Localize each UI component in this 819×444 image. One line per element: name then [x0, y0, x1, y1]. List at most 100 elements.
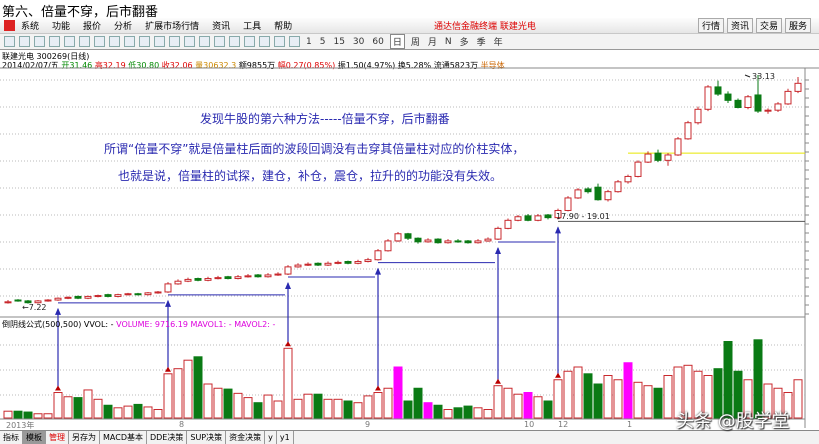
volume-bar [323, 398, 333, 419]
candle-body [654, 152, 662, 161]
high-pointer [744, 74, 751, 78]
candle-body [14, 299, 22, 302]
arrow-head-icon [165, 299, 171, 307]
candle-body [354, 261, 362, 264]
candle-body [774, 103, 782, 111]
tab-manage[interactable]: 管理 [46, 431, 69, 444]
range-label: 17.90 - 19.01 [556, 212, 610, 221]
candle-body [614, 181, 622, 193]
volume-bar [353, 402, 363, 419]
volume-bar [133, 403, 143, 419]
candle-body [4, 301, 12, 304]
volume-bar [313, 393, 323, 419]
volume-bar [603, 375, 613, 419]
tab-template[interactable]: 模板 [23, 431, 46, 444]
vol-indicator-name: 倒阴线公式(500,500) VVOL: - [2, 320, 114, 329]
arrow-head-icon [55, 307, 61, 315]
note-title: 发现牛股的第六种方法-----倍量不穿，后市翻番 [200, 112, 450, 126]
volume-bar [473, 407, 483, 419]
candle-body [404, 233, 412, 239]
candle-body [254, 274, 262, 278]
volume-bar [13, 410, 23, 419]
candle-body [564, 197, 572, 211]
note-explanation: 也就是说，倍量柱的试探，建仓，补仓，震仓，拉升的的功能没有失效。 [118, 169, 503, 183]
candle-body [94, 295, 102, 298]
volume-bar [93, 398, 103, 419]
candle-body [664, 154, 672, 161]
tab-dde[interactable]: DDE决策 [147, 431, 188, 444]
candle-body [364, 259, 372, 263]
volume-bar [113, 407, 123, 419]
candle-body [504, 219, 512, 229]
candle-body [314, 262, 322, 266]
tab-macd[interactable]: MACD基本 [100, 431, 147, 444]
candle-body [794, 82, 802, 92]
candle-body [44, 299, 52, 302]
candle-body [584, 188, 592, 193]
candle-body [274, 273, 282, 276]
candle-body [194, 278, 202, 281]
volume-bar [123, 405, 133, 419]
candle-body [764, 109, 772, 112]
volume-bar [403, 400, 413, 419]
candle-body [304, 263, 312, 266]
candle-body [104, 294, 112, 297]
volume-bar [443, 409, 453, 419]
volume-bar [453, 407, 463, 419]
candle-body [324, 262, 332, 266]
date-label: 12 [558, 420, 569, 429]
candle-body [734, 99, 742, 109]
arrow-head-icon [495, 247, 501, 255]
candle-body [334, 261, 342, 264]
date-label: 9 [365, 420, 371, 429]
tab-capital[interactable]: 资金决策 [226, 431, 266, 444]
volume-bar [573, 366, 583, 419]
candle-body [284, 266, 292, 275]
volume-marker-icon [165, 366, 171, 372]
tab-y1[interactable]: y1 [277, 431, 294, 444]
volume-bar [393, 366, 403, 419]
volume-bar [53, 392, 63, 419]
candle-body [624, 175, 632, 183]
volume-bar [213, 387, 223, 419]
candle-body [514, 216, 522, 221]
candle-body [124, 293, 132, 296]
candle-body [694, 108, 702, 124]
kline-chart[interactable]: ←7.22 33.13 17.90 - 19.01 [0, 0, 819, 430]
volume-bar [493, 385, 503, 419]
volume-bar [483, 409, 493, 419]
candle-body [154, 291, 162, 294]
candle-body [184, 278, 192, 282]
candle-body [234, 276, 242, 280]
volume-bar [283, 347, 293, 419]
tab-save-as[interactable]: 另存为 [69, 431, 100, 444]
candle-body [434, 238, 442, 244]
tab-y[interactable]: y [265, 431, 277, 444]
candle-body [454, 240, 462, 243]
candle-body [374, 250, 382, 261]
volume-bar [383, 387, 393, 419]
candle-body [704, 86, 712, 110]
volume-bar [423, 402, 433, 419]
candle-body [64, 296, 72, 299]
arrow-head-icon [285, 281, 291, 289]
volume-marker-icon [375, 385, 381, 391]
volume-header: 倒阴线公式(500,500) VVOL: - VOLUME: 9716.19 M… [2, 319, 275, 330]
volume-marker-icon [555, 372, 561, 378]
volume-bar [153, 409, 163, 419]
volume-bar [633, 381, 643, 419]
candle-body [754, 94, 762, 112]
candle-body [414, 237, 422, 243]
watermark: 头条 @股学堂 [676, 411, 790, 432]
candle-body [684, 122, 692, 140]
candle-body [164, 283, 172, 293]
volume-bar [263, 394, 273, 419]
volume-bar [363, 395, 373, 419]
tab-indicator[interactable]: 指标 [0, 431, 23, 444]
candle-body [744, 96, 752, 109]
candle-body [524, 215, 532, 221]
tab-sup[interactable]: SUP决策 [187, 431, 227, 444]
volume-bar [333, 398, 343, 419]
candle-body [594, 186, 602, 201]
volume-bar [73, 397, 83, 419]
